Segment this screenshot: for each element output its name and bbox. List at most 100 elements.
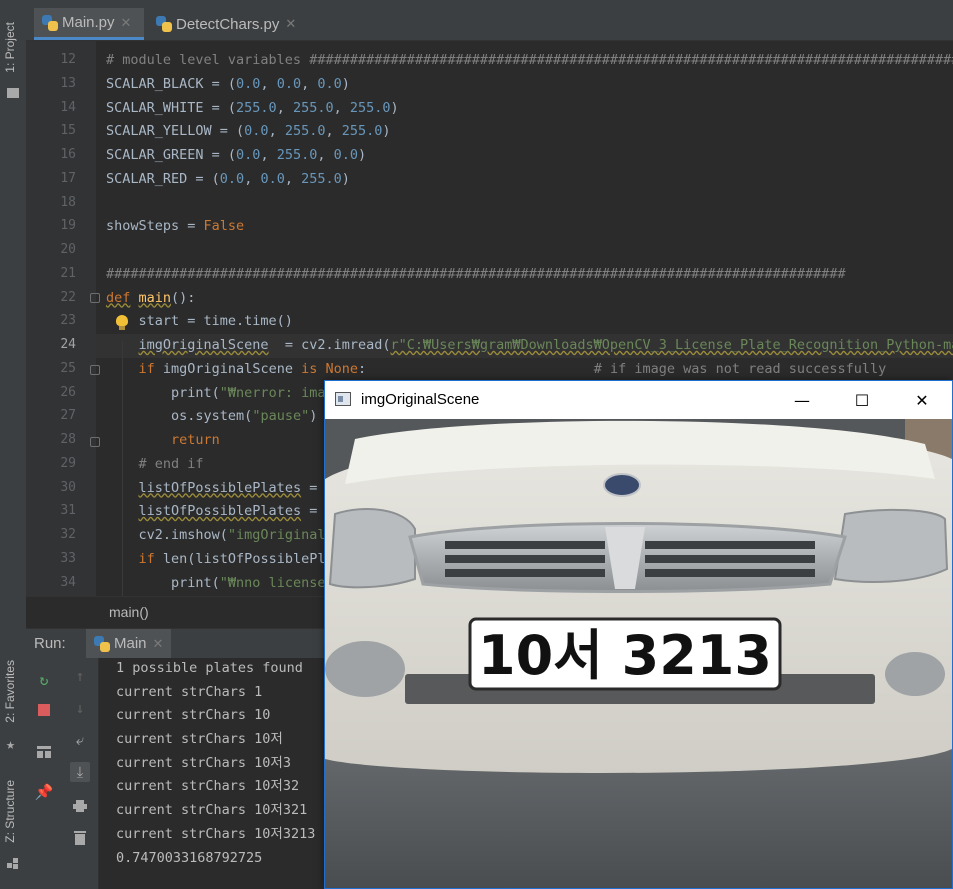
line-number: 25 xyxy=(60,360,76,376)
up-arrow-icon[interactable]: ↑ xyxy=(70,666,90,686)
line-number-gutter: 12 13 14 15 16 17 18 19 20 21 22 23 24 25 26 27 28 29 30 31… xyxy=(26,41,96,596)
car-front-image: 10서 3213 xyxy=(325,419,952,888)
soft-wrap-icon[interactable]: ⤶ xyxy=(70,730,90,750)
scroll-to-end-icon[interactable]: ⤓ xyxy=(70,762,90,782)
code-line: imgOriginalScene = cv2.imread(r"C:₩Users… xyxy=(138,337,953,353)
code-line: SCALAR_YELLOW = (0.0, 255.0, 255.0) xyxy=(106,123,391,140)
console-line: current strChars 1 xyxy=(116,684,263,700)
line-number: 16 xyxy=(60,147,76,162)
code-line: showSteps = False xyxy=(106,218,245,235)
line-number: 18 xyxy=(60,194,76,210)
breadcrumb-item[interactable]: main() xyxy=(109,604,149,620)
trash-icon[interactable] xyxy=(70,828,90,848)
code-line: SCALAR_GREEN = (0.0, 255.0, 0.0) xyxy=(106,147,367,163)
plate-text: 10서 3213 xyxy=(478,624,772,687)
line-number: 29 xyxy=(60,455,76,471)
car-photo: 10서 3213 xyxy=(325,419,952,888)
console-line: current strChars 10저3 xyxy=(116,755,291,771)
line-number: 24 xyxy=(60,337,76,352)
line-number: 31 xyxy=(60,503,76,519)
python-file-icon xyxy=(42,14,58,31)
fold-marker[interactable] xyxy=(90,365,100,375)
close-tab-icon[interactable]: ✕ xyxy=(285,16,296,32)
stop-icon[interactable] xyxy=(34,700,54,720)
code-line: cv2.imshow("imgOriginal xyxy=(106,527,326,543)
line-number: 27 xyxy=(60,408,76,424)
structure-icon xyxy=(7,858,19,870)
window-title-bar[interactable]: imgOriginalScene — ☐ ✕ xyxy=(325,381,952,419)
console-line: current strChars 10저3213 xyxy=(116,826,316,842)
run-toolbar-primary: ↻ 📌 xyxy=(26,658,63,889)
line-number: 21 xyxy=(60,265,76,281)
close-run-tab-icon[interactable]: ✕ xyxy=(153,636,164,652)
code-line: ########################################… xyxy=(106,265,846,282)
line-number: 19 xyxy=(60,218,76,234)
code-line: SCALAR_BLACK = (0.0, 0.0, 0.0) xyxy=(106,75,350,92)
folder-icon xyxy=(7,88,19,98)
code-line: os.system("pause") xyxy=(106,408,318,425)
python-file-icon xyxy=(156,16,172,32)
run-label: Run: xyxy=(34,635,66,652)
project-tool-tab[interactable]: 1: Project xyxy=(3,22,17,73)
code-line: print("₩nerror: image xyxy=(106,384,342,401)
code-line: start = time.time() xyxy=(106,313,293,330)
tab-label: Main.py xyxy=(62,14,115,31)
line-number: 30 xyxy=(60,479,76,495)
code-line: def main(): xyxy=(106,289,196,306)
fold-marker[interactable] xyxy=(90,293,100,303)
layout-icon[interactable] xyxy=(34,742,54,762)
window-title: imgOriginalScene xyxy=(361,391,480,408)
python-icon xyxy=(94,635,110,652)
console-line: 0.7470033168792725 xyxy=(116,850,263,866)
tab-main-py[interactable]: Main.py ✕ xyxy=(34,8,144,40)
line-number: 28 xyxy=(60,432,76,447)
console-line: current strChars 10저32 xyxy=(116,778,300,794)
code-line: if len(listOfPossiblePl xyxy=(138,550,326,567)
lightbulb-icon[interactable] xyxy=(116,315,128,331)
line-number: 32 xyxy=(60,527,76,542)
print-icon[interactable] xyxy=(70,796,90,816)
close-button[interactable]: ✕ xyxy=(892,381,952,419)
close-tab-icon[interactable]: ✕ xyxy=(121,15,132,31)
code-line: if imgOriginalScene is None: # if image … xyxy=(138,360,887,377)
console-line: current strChars 10저321 xyxy=(116,802,308,818)
line-number: 14 xyxy=(60,99,76,115)
line-number: 26 xyxy=(60,384,76,400)
minimize-button[interactable]: — xyxy=(772,381,832,419)
favorites-tool-tab[interactable]: 2: Favorites xyxy=(3,660,17,723)
code-line: print("₩nno license xyxy=(106,574,326,591)
console-line: 1 possible plates found xyxy=(116,660,303,676)
tab-detectchars-py[interactable]: DetectChars.py ✕ xyxy=(148,8,308,40)
code-line: listOfPossiblePlates = xyxy=(138,479,326,496)
line-number: 17 xyxy=(60,170,76,186)
console-line: current strChars 10 xyxy=(116,707,271,723)
line-number: 22 xyxy=(60,289,76,305)
code-line: # module level variables ###############… xyxy=(106,52,953,68)
opencv-image-window[interactable]: imgOriginalScene — ☐ ✕ 10서 3213 xyxy=(324,380,953,889)
run-tab-label: Main xyxy=(114,635,147,652)
top-bar xyxy=(26,0,953,8)
code-line: # end if xyxy=(138,455,204,472)
code-line: SCALAR_RED = (0.0, 0.0, 255.0) xyxy=(106,170,350,187)
window-app-icon xyxy=(335,392,351,406)
fold-marker[interactable] xyxy=(90,437,100,447)
line-number: 33 xyxy=(60,550,76,566)
code-line: listOfPossiblePlates = xyxy=(138,503,326,520)
tab-label: DetectChars.py xyxy=(176,15,280,33)
line-number: 23 xyxy=(60,313,76,329)
console-line: current strChars 10저 xyxy=(116,731,283,747)
editor-tab-bar: Main.py ✕ DetectChars.py ✕ xyxy=(26,8,953,41)
maximize-button[interactable]: ☐ xyxy=(832,381,892,419)
down-arrow-icon[interactable]: ↓ xyxy=(70,698,90,718)
run-tab-main[interactable]: Main ✕ xyxy=(86,629,172,658)
line-number: 15 xyxy=(60,123,76,139)
code-line: return xyxy=(171,432,220,448)
line-number: 20 xyxy=(60,242,76,257)
structure-tool-tab[interactable]: Z: Structure xyxy=(3,780,17,843)
run-toolbar-secondary: ↑ ↓ ⤶ ⤓ xyxy=(62,658,99,889)
pin-icon[interactable]: 📌 xyxy=(34,782,54,802)
rerun-icon[interactable]: ↻ xyxy=(34,670,54,690)
star-icon: ★ xyxy=(6,735,16,753)
line-number: 34 xyxy=(60,574,76,590)
left-tool-strip: 1: Project 2: Favorites ★ Z: Structure xyxy=(0,0,27,889)
